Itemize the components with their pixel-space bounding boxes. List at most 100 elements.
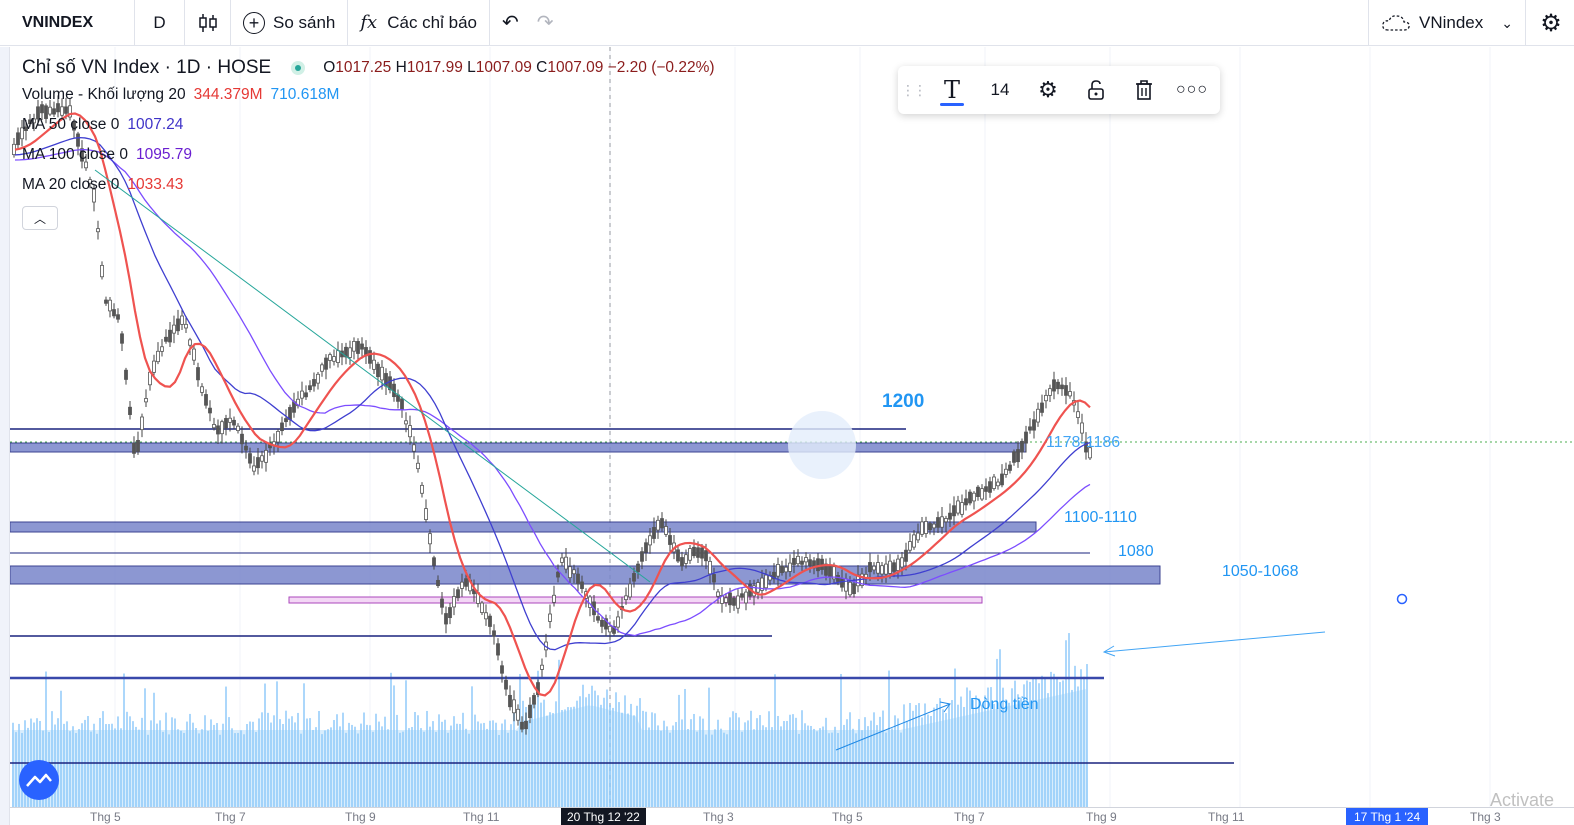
- candle-body: [248, 453, 252, 464]
- annotation-1050-1068[interactable]: 1050-1068: [1222, 563, 1299, 581]
- candle-body: [932, 523, 936, 529]
- left-drawing-toolbar-edge[interactable]: [0, 47, 10, 825]
- lock-button[interactable]: [1072, 66, 1120, 114]
- chart-type-button[interactable]: [185, 0, 231, 46]
- candle-body: [1008, 464, 1012, 471]
- cloud-icon: [1382, 15, 1410, 31]
- time-tick: Thg 11: [463, 810, 500, 824]
- candle-body: [992, 476, 996, 489]
- candle-body: [300, 390, 304, 399]
- candle-body: [808, 559, 812, 566]
- candle-body: [776, 564, 780, 577]
- candle-body: [848, 581, 852, 596]
- candle-body: [496, 643, 500, 656]
- time-tick: Thg 11: [1208, 810, 1245, 824]
- annotation-money-flow[interactable]: Dòng tiền: [970, 696, 1039, 714]
- candle-body: [920, 521, 924, 535]
- compare-label: So sánh: [273, 12, 336, 32]
- candle-body: [1012, 451, 1016, 463]
- symbol-search-button[interactable]: VNINDEX: [0, 0, 135, 46]
- candle-body: [232, 419, 236, 426]
- drawing-toolbar: ⋮⋮ T 14 ⚙ ○○○: [898, 66, 1220, 114]
- right-time-label: 17 Thg 1 '24: [1346, 808, 1429, 825]
- candle-body: [704, 550, 708, 562]
- candle-body: [1020, 440, 1024, 453]
- candle-body: [412, 444, 416, 452]
- candle-body: [404, 420, 408, 425]
- candle-body: [968, 491, 972, 504]
- candle-body: [216, 425, 220, 435]
- gear-icon: ⚙: [1038, 77, 1058, 102]
- indicators-button[interactable]: fx Các chỉ báo: [348, 0, 490, 46]
- annotation-1178-1186[interactable]: 1178-1186: [1046, 434, 1120, 452]
- tradingview-logo-button[interactable]: [19, 760, 59, 800]
- candle-body: [644, 542, 648, 553]
- candle-body: [540, 664, 544, 670]
- candle-body: [676, 549, 680, 562]
- candle-body: [836, 575, 840, 582]
- candle-body: [652, 527, 656, 539]
- more-button[interactable]: ○○○: [1168, 66, 1216, 114]
- candle-body: [424, 508, 428, 520]
- candle-body: [244, 445, 248, 451]
- candle-body: [504, 679, 508, 690]
- ma100-line: [14, 148, 1091, 637]
- candle-body: [880, 565, 884, 575]
- text-color-button[interactable]: T: [928, 66, 976, 114]
- drag-handle-icon[interactable]: ⋮⋮: [898, 66, 928, 114]
- settings-button[interactable]: ⚙: [1528, 0, 1574, 46]
- volume-bars: [12, 633, 1088, 807]
- font-size-button[interactable]: 14: [976, 66, 1024, 114]
- undo-redo-group: ↶ ↷: [490, 0, 566, 46]
- candle-body: [900, 557, 904, 568]
- layout-menu-button[interactable]: VNindex ⌄: [1368, 0, 1526, 46]
- candle-body: [160, 346, 164, 352]
- collapse-legend-button[interactable]: ︿: [22, 206, 58, 230]
- candle-body: [140, 416, 144, 431]
- annotation-1100-1110[interactable]: 1100-1110: [1064, 509, 1137, 527]
- candle-body: [376, 363, 380, 378]
- candle-body: [780, 565, 784, 574]
- chart-legend: Chỉ số VN Index · 1D · HOSE O1017.25 H10…: [22, 56, 715, 200]
- candle-body: [276, 430, 280, 443]
- zone-1100-1110: [10, 521, 1037, 533]
- delete-button[interactable]: [1120, 66, 1168, 114]
- watermark-logo: [788, 411, 856, 479]
- annotation-1080[interactable]: 1080: [1118, 543, 1154, 561]
- candle-body: [688, 548, 692, 561]
- candle-body: [724, 597, 728, 603]
- candle-body: [976, 486, 980, 497]
- candle-body: [104, 299, 108, 304]
- candle-body: [740, 593, 744, 598]
- candle-body: [888, 560, 892, 574]
- ma100-legend[interactable]: MA 100 close 0 1095.79: [22, 140, 715, 170]
- candle-body: [184, 323, 188, 329]
- drawing-settings-button[interactable]: ⚙: [1024, 66, 1072, 114]
- zone-1178-1186: [10, 442, 1027, 453]
- candle-body: [664, 526, 668, 535]
- undo-icon[interactable]: ↶: [502, 10, 519, 35]
- candle-body: [284, 418, 288, 423]
- ma50-legend[interactable]: MA 50 close 0 1007.24: [22, 110, 715, 140]
- candle-body: [948, 512, 952, 520]
- candle-body: [112, 309, 116, 317]
- ma20-legend[interactable]: MA 20 close 0 1033.43: [22, 170, 715, 200]
- candle-body: [440, 598, 444, 608]
- candle-body: [580, 581, 584, 589]
- lock-icon: [1088, 80, 1104, 100]
- candle-body: [172, 324, 176, 334]
- redo-icon[interactable]: ↷: [537, 10, 554, 35]
- candle-body: [656, 519, 660, 531]
- candle-body: [660, 518, 664, 529]
- market-status-icon[interactable]: [291, 61, 306, 75]
- arrow-line: [1103, 631, 1326, 653]
- time-axis[interactable]: Thg 5 Thg 7 Thg 9 Thg 11 20 Thg 12 '22 T…: [10, 807, 1574, 825]
- trash-icon: [1136, 80, 1152, 100]
- compare-button[interactable]: + So sánh: [231, 0, 349, 46]
- candle-body: [532, 695, 536, 705]
- annotation-1200[interactable]: 1200: [882, 391, 924, 413]
- interval-button[interactable]: D: [135, 0, 185, 46]
- candle-body: [700, 547, 704, 559]
- candle-body: [980, 488, 984, 500]
- volume-legend[interactable]: Volume - Khối lượng 20 344.379M 710.618M: [22, 80, 715, 110]
